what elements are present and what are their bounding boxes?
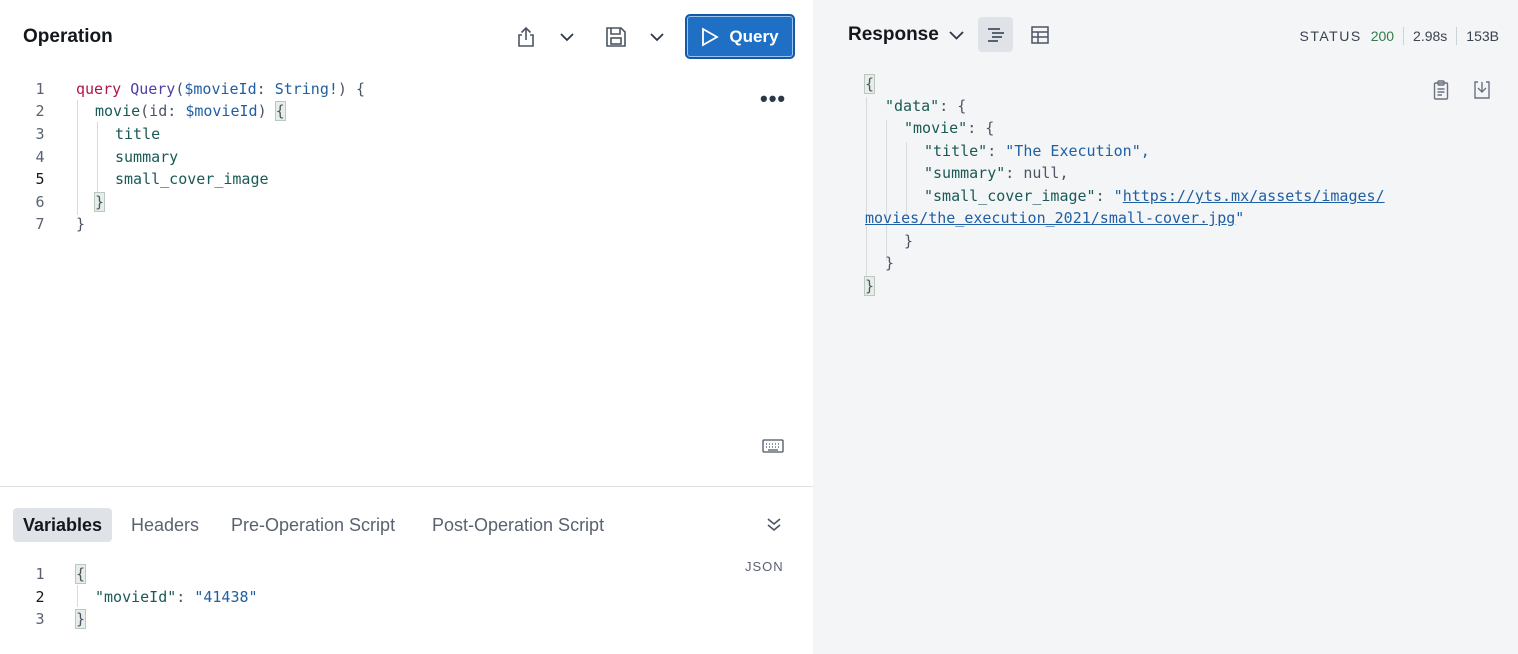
code-line: movie(id: $movieId) { (95, 101, 286, 121)
code-line: query Query($movieId: String!) { (76, 80, 365, 98)
response-title: Response (848, 24, 939, 45)
cover-url-link[interactable]: https://yts.mx/assets/images/ (1123, 187, 1385, 205)
json-line: "movie": { (904, 119, 995, 137)
json-line: movies/the_execution_2021/small-cover.jp… (865, 209, 1245, 227)
code-line: { (74, 564, 87, 584)
indent-guide (866, 97, 867, 282)
save-chevron-down-icon[interactable] (647, 27, 667, 47)
run-query-label: Query (729, 26, 779, 46)
tab-variables[interactable]: Variables (13, 508, 113, 542)
text-view-icon[interactable] (978, 17, 1013, 52)
code-line: } (74, 609, 87, 629)
share-icon[interactable] (514, 24, 538, 50)
json-line: "data": { (885, 97, 967, 115)
indent-guide (77, 585, 78, 607)
json-line: "title": "The Execution", (924, 142, 1150, 160)
line-number: 2 (35, 102, 45, 120)
json-line: } (904, 232, 914, 250)
code-line: } (76, 215, 86, 233)
status-label: STATUS (1299, 28, 1362, 44)
indent-guide (906, 142, 907, 217)
chevron-down-icon (949, 30, 964, 40)
collapse-chevrons-icon[interactable] (764, 514, 784, 534)
line-number: 7 (35, 215, 45, 233)
code-line: "movieId": "41438" (95, 588, 258, 606)
indent-guide (886, 120, 887, 260)
more-options-icon[interactable]: ••• (760, 86, 786, 112)
tab-post-operation-script[interactable]: Post-Operation Script (432, 508, 604, 542)
json-line: "small_cover_image": "https://yts.mx/ass… (924, 187, 1385, 205)
table-view-icon[interactable] (1022, 17, 1057, 52)
line-number: 3 (35, 610, 45, 628)
line-number: 2 (35, 588, 45, 606)
tab-headers[interactable]: Headers (131, 508, 199, 542)
code-line: } (93, 192, 106, 212)
json-line: } (863, 276, 876, 296)
code-line: summary (115, 148, 179, 166)
line-number: 6 (35, 193, 45, 211)
status-code: 200 (1370, 28, 1395, 44)
cover-url-link[interactable]: movies/the_execution_2021/small-cover.jp… (865, 209, 1235, 227)
play-icon (702, 26, 720, 47)
code-line: small_cover_image (115, 170, 269, 188)
json-line: { (863, 74, 876, 94)
json-line: } (885, 254, 895, 272)
json-line: "summary": null, (924, 164, 1069, 182)
indent-guide (97, 122, 98, 192)
panel-divider (0, 486, 813, 487)
status-separator (1403, 27, 1405, 45)
line-number: 5 (35, 170, 45, 188)
response-time: 2.98s (1413, 28, 1448, 44)
run-query-button[interactable]: Query (685, 14, 795, 59)
indent-guide (77, 100, 78, 215)
status-bar: STATUS 200 2.98s 153B (1300, 27, 1499, 45)
download-icon[interactable] (1471, 79, 1493, 101)
line-number: 1 (35, 565, 45, 583)
variables-format-label: JSON (745, 559, 784, 574)
response-dropdown[interactable]: Response (848, 24, 964, 46)
line-number: 3 (35, 125, 45, 143)
line-number: 4 (35, 148, 45, 166)
tab-pre-operation-script[interactable]: Pre-Operation Script (231, 508, 395, 542)
line-number: 1 (35, 80, 45, 98)
operation-title: Operation (23, 26, 113, 47)
keyboard-icon[interactable] (761, 437, 785, 455)
share-chevron-down-icon[interactable] (557, 27, 577, 47)
operation-panel: Operation Query 1 2 3 4 5 6 7 query Quer… (0, 0, 813, 654)
copy-icon[interactable] (1431, 79, 1451, 101)
response-size: 153B (1466, 28, 1499, 44)
code-line: title (115, 125, 161, 143)
save-icon[interactable] (603, 24, 629, 50)
status-separator (1456, 27, 1458, 45)
